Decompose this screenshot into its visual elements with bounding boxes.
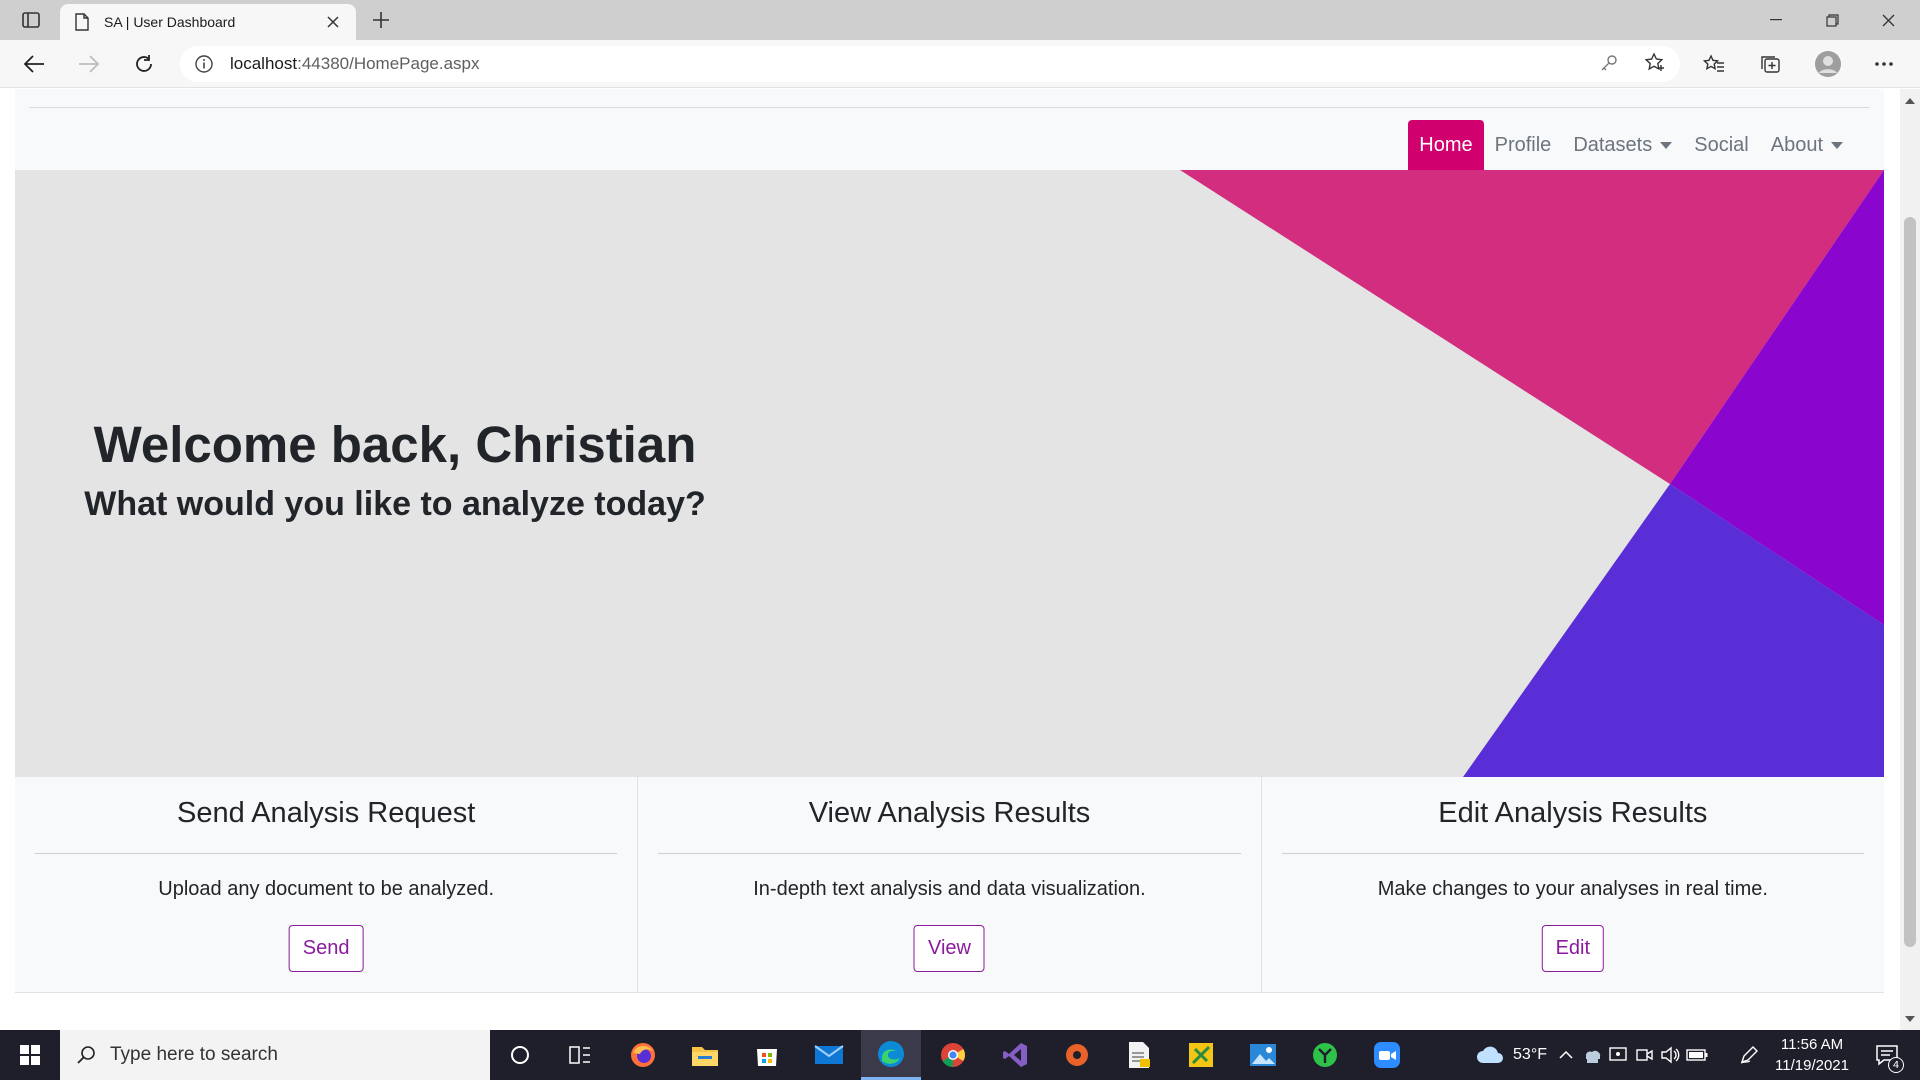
edit-analysis-card: Edit Analysis Results Make changes to yo… bbox=[1262, 777, 1884, 992]
scroll-down-arrow-icon[interactable] bbox=[1904, 1013, 1916, 1025]
nav-home[interactable]: Home bbox=[1408, 120, 1484, 170]
taskbar-search[interactable]: Type here to search bbox=[60, 1030, 490, 1080]
nav-datasets-dropdown[interactable]: Datasets bbox=[1562, 120, 1683, 170]
tab-title: SA | User Dashboard bbox=[104, 14, 236, 30]
scroll-up-arrow-icon[interactable] bbox=[1904, 95, 1916, 107]
camera-icon[interactable] bbox=[1632, 1030, 1656, 1080]
nav-about-dropdown[interactable]: About bbox=[1760, 120, 1854, 170]
caret-down-icon bbox=[1660, 141, 1673, 149]
card-title: Edit Analysis Results bbox=[1438, 797, 1708, 829]
chevron-up-icon[interactable] bbox=[1554, 1030, 1578, 1080]
view-analysis-card: View Analysis Results In-depth text anal… bbox=[638, 777, 1262, 992]
taskbar-clock[interactable]: 11:56 AM 11/19/2021 bbox=[1770, 1034, 1854, 1076]
microsoft-store-icon[interactable] bbox=[737, 1030, 797, 1080]
favorites-icon[interactable] bbox=[1696, 48, 1732, 80]
search-icon bbox=[77, 1046, 95, 1064]
add-favorite-icon[interactable] bbox=[1640, 48, 1670, 78]
hero-banner: Welcome back, Christian What would you l… bbox=[15, 170, 1884, 777]
card-title: View Analysis Results bbox=[808, 797, 1091, 829]
back-arrow-icon[interactable] bbox=[16, 48, 52, 80]
refresh-icon[interactable] bbox=[126, 48, 162, 80]
card-text: Make changes to your analyses in real ti… bbox=[1377, 878, 1768, 900]
scrollbar-thumb[interactable] bbox=[1904, 217, 1916, 947]
volume-icon[interactable] bbox=[1658, 1030, 1682, 1080]
document-app-icon[interactable] bbox=[1109, 1030, 1169, 1080]
card-text: Upload any document to be analyzed. bbox=[158, 878, 495, 900]
card-divider bbox=[35, 853, 618, 854]
url-text: localhost:44380/HomePage.aspx bbox=[230, 54, 480, 73]
send-button[interactable]: Send bbox=[288, 925, 364, 972]
onedrive-icon[interactable] bbox=[1580, 1030, 1604, 1080]
welcome-subheading: What would you like to analyze today? bbox=[84, 485, 706, 523]
minimize-icon[interactable] bbox=[1748, 0, 1804, 40]
firefox-icon[interactable] bbox=[613, 1030, 673, 1080]
battery-icon[interactable] bbox=[1684, 1030, 1710, 1080]
visual-studio-icon[interactable] bbox=[985, 1030, 1045, 1080]
key-icon[interactable] bbox=[1594, 48, 1624, 78]
edge-browser-icon[interactable] bbox=[861, 1030, 921, 1080]
forward-arrow-icon[interactable] bbox=[71, 48, 107, 80]
welcome-heading: Welcome back, Christian bbox=[93, 416, 697, 473]
device-icon[interactable] bbox=[1606, 1030, 1630, 1080]
mail-icon[interactable] bbox=[799, 1030, 859, 1080]
notification-count-badge: 4 bbox=[1888, 1057, 1904, 1073]
clock-date: 11/19/2021 bbox=[1775, 1057, 1849, 1074]
nav-profile[interactable]: Profile bbox=[1484, 120, 1563, 170]
action-cards: Send Analysis Request Upload any documen… bbox=[15, 777, 1884, 993]
card-divider bbox=[658, 853, 1241, 854]
app-green-icon[interactable] bbox=[1295, 1030, 1355, 1080]
page-viewport: Home Profile Datasets Social About Welco… bbox=[0, 89, 1900, 1030]
profile-avatar-icon[interactable] bbox=[1810, 48, 1846, 80]
task-view-icon[interactable] bbox=[550, 1030, 610, 1080]
site-navbar: Home Profile Datasets Social About bbox=[15, 89, 1884, 170]
windows-start-icon[interactable] bbox=[0, 1030, 60, 1080]
card-title: Send Analysis Request bbox=[177, 797, 476, 829]
collections-icon[interactable] bbox=[1752, 48, 1788, 80]
clock-time: 11:56 AM bbox=[1780, 1036, 1844, 1053]
browser-toolbar: localhost:44380/HomePage.aspx bbox=[0, 40, 1920, 88]
browser-tab-bar: SA | User Dashboard bbox=[0, 0, 1920, 40]
close-window-icon[interactable] bbox=[1860, 0, 1916, 40]
weather-widget[interactable]: 53°F bbox=[1456, 1030, 1566, 1080]
nav-social[interactable]: Social bbox=[1683, 120, 1759, 170]
cortana-icon[interactable] bbox=[490, 1030, 550, 1080]
file-explorer-icon[interactable] bbox=[675, 1030, 735, 1080]
caret-down-icon bbox=[1831, 141, 1843, 149]
close-tab-icon[interactable] bbox=[322, 11, 344, 33]
view-button[interactable]: View bbox=[913, 925, 985, 972]
pen-icon[interactable] bbox=[1734, 1030, 1764, 1080]
notification-center-icon[interactable]: 4 bbox=[1862, 1030, 1912, 1080]
chrome-icon[interactable] bbox=[923, 1030, 983, 1080]
restore-icon[interactable] bbox=[1804, 0, 1860, 40]
search-placeholder: Type here to search bbox=[110, 1044, 278, 1065]
tab-actions-icon[interactable] bbox=[14, 6, 48, 34]
new-tab-icon[interactable] bbox=[366, 6, 396, 34]
browser-tab[interactable]: SA | User Dashboard bbox=[60, 4, 356, 40]
edit-button[interactable]: Edit bbox=[1541, 925, 1605, 972]
zoom-icon[interactable] bbox=[1357, 1030, 1417, 1080]
address-bar[interactable]: localhost:44380/HomePage.aspx bbox=[180, 46, 1680, 82]
page-scrollbar[interactable] bbox=[1900, 89, 1920, 1030]
taskbar: Type here to search 53°F 11:56 AM 11/19/… bbox=[0, 1030, 1920, 1080]
card-text: In-depth text analysis and data visualiz… bbox=[753, 878, 1146, 900]
site-info-icon[interactable] bbox=[194, 54, 214, 74]
nav-links: Home Profile Datasets Social About bbox=[1408, 120, 1854, 170]
photos-icon[interactable] bbox=[1233, 1030, 1293, 1080]
app-orange-icon[interactable] bbox=[1047, 1030, 1107, 1080]
weather-temp: 53°F bbox=[1513, 1046, 1547, 1063]
page-icon bbox=[75, 13, 89, 31]
app-green-yellow-icon[interactable] bbox=[1171, 1030, 1231, 1080]
more-options-icon[interactable] bbox=[1866, 48, 1902, 80]
cloud-icon bbox=[1477, 1046, 1504, 1063]
card-divider bbox=[1281, 853, 1864, 854]
navbar-divider bbox=[29, 107, 1870, 108]
send-analysis-card: Send Analysis Request Upload any documen… bbox=[15, 777, 639, 992]
